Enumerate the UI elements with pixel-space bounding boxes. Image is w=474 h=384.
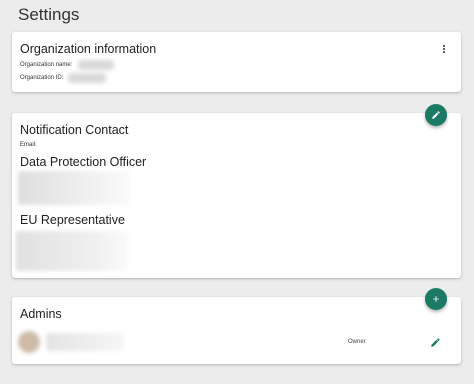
dpo-title: Data Protection Officer xyxy=(20,155,147,169)
eu-representative-title: EU Representative xyxy=(20,213,125,227)
pencil-icon[interactable] xyxy=(430,337,441,348)
edit-contact-button[interactable] xyxy=(425,104,447,126)
organization-name-value-redacted xyxy=(78,60,114,70)
organization-id-label: Organization ID: xyxy=(20,75,64,81)
email-label: Email: xyxy=(20,142,37,148)
organization-id-value-redacted xyxy=(68,73,106,83)
pencil-icon xyxy=(432,111,440,119)
more-vertical-icon[interactable] xyxy=(441,42,447,56)
notification-contact-card: Notification Contact Email: Data Protect… xyxy=(12,113,461,278)
dpo-details-redacted xyxy=(18,171,130,205)
admins-card: Admins xyxy=(12,297,461,364)
page-title: Settings xyxy=(18,5,80,24)
organization-card-title: Organization information xyxy=(20,42,157,56)
add-admin-button[interactable] xyxy=(425,288,447,310)
admin-details-redacted xyxy=(46,333,124,351)
organization-name-label: Organization name: xyxy=(20,62,73,68)
eu-representative-details-redacted xyxy=(16,231,128,271)
plus-icon xyxy=(433,296,439,302)
organization-card: Organization information Organization na… xyxy=(12,32,461,92)
admin-role-label: Owner xyxy=(348,339,366,345)
admins-title: Admins xyxy=(20,307,62,321)
notification-contact-title: Notification Contact xyxy=(20,123,129,137)
avatar xyxy=(18,331,40,353)
